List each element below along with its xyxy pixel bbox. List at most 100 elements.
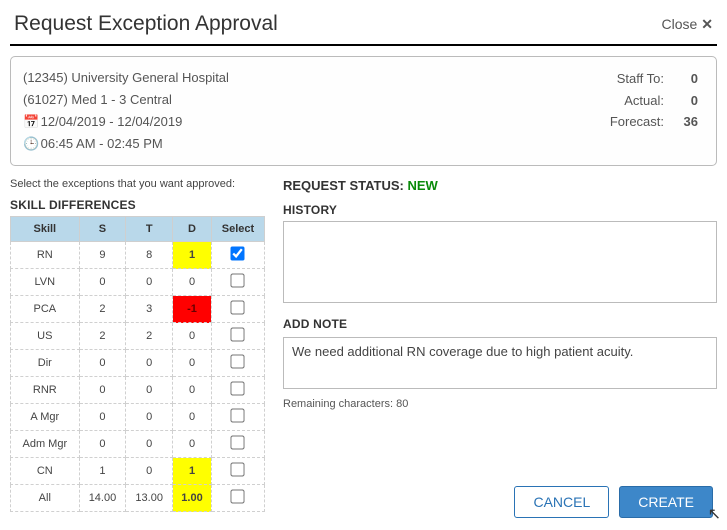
cell-d: 0 bbox=[173, 431, 212, 458]
col-s: S bbox=[79, 217, 126, 242]
skill-table: Skill S T D Select RN981LVN000PCA23-1US2… bbox=[10, 216, 265, 512]
table-row: RN981 bbox=[11, 242, 265, 269]
cell-select bbox=[211, 350, 264, 377]
cell-t: 0 bbox=[126, 431, 173, 458]
cell-t: 0 bbox=[126, 350, 173, 377]
staff-to-value: 0 bbox=[674, 69, 698, 89]
cell-select bbox=[211, 404, 264, 431]
cell-skill: A Mgr bbox=[11, 404, 80, 431]
instruction-text: Select the exceptions that you want appr… bbox=[10, 178, 265, 190]
cell-skill: Adm Mgr bbox=[11, 431, 80, 458]
row-checkbox[interactable] bbox=[231, 328, 245, 342]
cell-s: 9 bbox=[79, 242, 126, 269]
dialog-title: Request Exception Approval bbox=[14, 12, 278, 36]
row-checkbox[interactable] bbox=[231, 436, 245, 450]
cell-t: 2 bbox=[126, 323, 173, 350]
cell-s: 0 bbox=[79, 350, 126, 377]
skill-diff-heading: SKILL DIFFERENCES bbox=[10, 198, 265, 212]
cell-d: 0 bbox=[173, 350, 212, 377]
col-t: T bbox=[126, 217, 173, 242]
cell-skill: CN bbox=[11, 458, 80, 485]
table-row: LVN000 bbox=[11, 269, 265, 296]
cell-s: 0 bbox=[79, 404, 126, 431]
table-row: CN101 bbox=[11, 458, 265, 485]
table-row: RNR000 bbox=[11, 377, 265, 404]
cell-select bbox=[211, 296, 264, 323]
row-checkbox[interactable] bbox=[231, 409, 245, 423]
cell-select bbox=[211, 323, 264, 350]
cell-t: 0 bbox=[126, 458, 173, 485]
context-panel: (12345) University General Hospital (610… bbox=[10, 56, 717, 166]
close-button[interactable]: Close✕ bbox=[661, 16, 713, 33]
stats-table: Staff To:0 Actual:0 Forecast:36 bbox=[604, 67, 704, 134]
history-heading: HISTORY bbox=[283, 203, 717, 217]
status-line: REQUEST STATUS: NEW bbox=[283, 178, 717, 193]
cell-s: 2 bbox=[79, 296, 126, 323]
titlebar: Request Exception Approval Close✕ bbox=[10, 8, 717, 46]
cell-select bbox=[211, 458, 264, 485]
row-checkbox[interactable] bbox=[231, 382, 245, 396]
create-button[interactable]: CREATE bbox=[619, 486, 713, 518]
cell-d: 0 bbox=[173, 323, 212, 350]
note-textarea[interactable] bbox=[283, 337, 717, 389]
status-value: NEW bbox=[407, 178, 437, 193]
cell-d: 0 bbox=[173, 404, 212, 431]
add-note-heading: ADD NOTE bbox=[283, 317, 717, 331]
cell-skill: US bbox=[11, 323, 80, 350]
cell-d: 1.00 bbox=[173, 485, 212, 512]
row-checkbox[interactable] bbox=[231, 247, 245, 261]
staff-to-label: Staff To: bbox=[606, 69, 668, 89]
table-row: All14.0013.001.00 bbox=[11, 485, 265, 512]
cell-d: 0 bbox=[173, 377, 212, 404]
col-select: Select bbox=[211, 217, 264, 242]
row-checkbox[interactable] bbox=[231, 274, 245, 288]
actual-label: Actual: bbox=[606, 91, 668, 111]
cell-skill: LVN bbox=[11, 269, 80, 296]
cell-t: 3 bbox=[126, 296, 173, 323]
close-label: Close bbox=[661, 16, 697, 32]
col-d: D bbox=[173, 217, 212, 242]
cell-select bbox=[211, 269, 264, 296]
cell-s: 2 bbox=[79, 323, 126, 350]
row-checkbox[interactable] bbox=[231, 463, 245, 477]
cell-t: 13.00 bbox=[126, 485, 173, 512]
row-checkbox[interactable] bbox=[231, 301, 245, 315]
close-icon: ✕ bbox=[701, 16, 713, 32]
remaining-chars: Remaining characters: 80 bbox=[283, 398, 717, 410]
cell-s: 0 bbox=[79, 431, 126, 458]
cell-s: 1 bbox=[79, 458, 126, 485]
table-row: A Mgr000 bbox=[11, 404, 265, 431]
date-range: 12/04/2019 - 12/04/2019 bbox=[41, 114, 183, 129]
forecast-value: 36 bbox=[674, 112, 698, 132]
row-checkbox[interactable] bbox=[231, 490, 245, 504]
cell-t: 0 bbox=[126, 269, 173, 296]
cell-select bbox=[211, 485, 264, 512]
cell-skill: All bbox=[11, 485, 80, 512]
cell-t: 0 bbox=[126, 377, 173, 404]
calendar-icon: 📅 bbox=[23, 111, 37, 133]
cell-skill: RNR bbox=[11, 377, 80, 404]
actual-value: 0 bbox=[674, 91, 698, 111]
row-checkbox[interactable] bbox=[231, 355, 245, 369]
history-box[interactable] bbox=[283, 221, 717, 303]
unit-name: (61027) Med 1 - 3 Central bbox=[23, 89, 229, 111]
cell-select bbox=[211, 377, 264, 404]
time-range: 06:45 AM - 02:45 PM bbox=[41, 136, 163, 151]
cancel-button[interactable]: CANCEL bbox=[514, 486, 609, 518]
cell-skill: PCA bbox=[11, 296, 80, 323]
cell-d: 0 bbox=[173, 269, 212, 296]
col-skill: Skill bbox=[11, 217, 80, 242]
clock-icon: 🕒 bbox=[23, 133, 37, 155]
cell-select bbox=[211, 431, 264, 458]
cell-d: -1 bbox=[173, 296, 212, 323]
cell-s: 0 bbox=[79, 269, 126, 296]
cell-skill: RN bbox=[11, 242, 80, 269]
cell-select bbox=[211, 242, 264, 269]
cell-d: 1 bbox=[173, 242, 212, 269]
cell-t: 8 bbox=[126, 242, 173, 269]
table-row: US220 bbox=[11, 323, 265, 350]
cell-d: 1 bbox=[173, 458, 212, 485]
table-row: PCA23-1 bbox=[11, 296, 265, 323]
cell-s: 14.00 bbox=[79, 485, 126, 512]
cell-s: 0 bbox=[79, 377, 126, 404]
